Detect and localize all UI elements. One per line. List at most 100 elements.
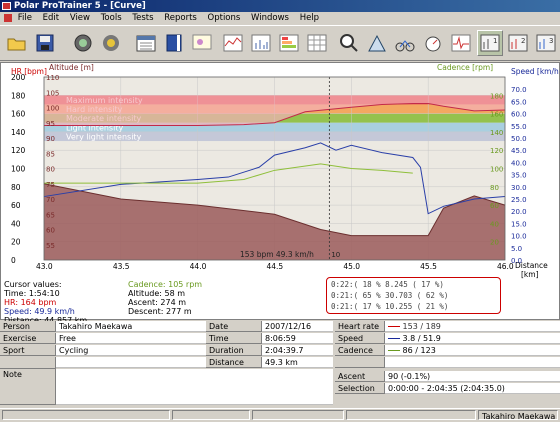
blank-label	[0, 357, 56, 369]
exercise-value[interactable]: Free	[56, 333, 206, 344]
document-icon[interactable]	[4, 13, 12, 22]
blank-value	[56, 357, 206, 368]
distance-value[interactable]: 49.3 km	[262, 357, 333, 368]
sync-icon[interactable]	[70, 30, 96, 56]
app-icon[interactable]	[2, 2, 11, 10]
speed-tick-label: 25.0	[511, 196, 527, 204]
cursor-hr: HR: 164 bpm	[4, 298, 57, 307]
cadence-label: Cadence	[335, 345, 385, 356]
cadence-value: 86 / 123	[385, 345, 560, 356]
speed-tick-label: 35.0	[511, 172, 527, 180]
speed-tick-label: 20.0	[511, 208, 527, 216]
hr-value-text: 153 / 189	[402, 322, 441, 331]
menu-help[interactable]: Help	[300, 12, 319, 24]
hr-tick-label: 20	[11, 238, 21, 247]
altitude-tick-label: 75	[46, 181, 55, 189]
toolbar: 1 2 3	[0, 25, 560, 61]
person-icon[interactable]	[189, 30, 215, 56]
graph-tools-icon[interactable]	[364, 30, 390, 56]
menu-tests[interactable]: Tests	[132, 12, 153, 24]
zoom-icon[interactable]	[336, 30, 362, 56]
time-value[interactable]: 8:06:59	[262, 333, 333, 344]
cadence-axis-title: Cadence [rpm]	[437, 63, 493, 72]
ecg-icon[interactable]	[448, 30, 474, 56]
duration-value[interactable]: 2:04:39.7	[262, 345, 333, 356]
menu-edit[interactable]: Edit	[43, 12, 59, 24]
bar-chart-icon[interactable]	[248, 30, 274, 56]
altitude-tick-label: 80	[46, 166, 55, 174]
speed-tick-label: 15.0	[511, 220, 527, 228]
altitude-tick-label: 60	[46, 227, 55, 235]
hr-label: Heart rate	[335, 321, 385, 332]
curve-icon[interactable]	[220, 30, 246, 56]
speed-tick-label: 65.0	[511, 98, 527, 106]
cyclist-icon[interactable]	[392, 30, 418, 56]
altitude-tick-label: 100	[46, 105, 59, 113]
view-3-icon[interactable]: 3	[533, 30, 559, 56]
status-pane-3	[252, 410, 344, 420]
menu-options[interactable]: Options	[208, 12, 241, 24]
speedometer-icon[interactable]	[420, 30, 446, 56]
cursor-descent: Descent: 277 m	[128, 307, 192, 316]
altitude-tick-label: 105	[46, 89, 59, 97]
sport-value[interactable]: Cycling	[56, 345, 206, 356]
save-icon[interactable]	[32, 30, 58, 56]
cadence-tick-label: 60	[490, 202, 499, 210]
cursor-value-label: 153 bpm 49.3 km/h	[240, 250, 314, 259]
duration-label: Duration	[206, 345, 262, 356]
cursor-altitude: Altitude: 58 m	[128, 289, 186, 298]
view-2-icon[interactable]: 2	[505, 30, 531, 56]
speed-tick-label: 70.0	[511, 86, 527, 94]
selection-value: 0:00:00 - 2:04:35 (2:04:35.0)	[385, 383, 560, 394]
settings-gear-icon[interactable]	[98, 30, 124, 56]
exercise-label: Exercise	[0, 333, 56, 344]
sport-label: Sport	[0, 345, 56, 356]
calendar-icon[interactable]	[133, 30, 159, 56]
cadence-value-text: 86 / 123	[402, 346, 436, 355]
date-value[interactable]: 2007/12/16	[262, 321, 333, 332]
cursor-cadence: Cadence: 105 rpm	[128, 280, 203, 289]
person-label: Person	[0, 321, 56, 332]
cadence-tick-label: 20	[490, 239, 499, 247]
cadence-tick-label: 160	[490, 111, 503, 119]
status-pane-1	[2, 410, 170, 420]
hr-tick-label: 100	[11, 165, 26, 174]
menu-bar: File Edit View Tools Tests Reports Optio…	[0, 12, 560, 24]
cadence-tick-label: 40	[490, 220, 499, 228]
zones-icon[interactable]	[276, 30, 302, 56]
selection-label: Selection	[335, 383, 385, 394]
speed-tick-label: 50.0	[511, 135, 527, 143]
menu-reports[interactable]: Reports	[164, 12, 197, 24]
view-1-icon[interactable]: 1	[477, 30, 503, 56]
ascent-label: Ascent	[335, 371, 385, 382]
altitude-tick-label: 85	[46, 150, 55, 158]
open-folder-icon[interactable]	[4, 30, 30, 56]
table-icon[interactable]	[304, 30, 330, 56]
altitude-tick-label: 70	[46, 196, 55, 204]
svg-text:3: 3	[549, 37, 553, 45]
window-title: Polar ProTrainer 5 - [Curve]	[14, 1, 146, 11]
altitude-tick-label: 90	[46, 135, 55, 143]
hr-tick-label: 160	[11, 110, 26, 119]
status-pane-2	[172, 410, 250, 420]
person-value[interactable]: Takahiro Maekawa	[56, 321, 206, 332]
hr-tick-label: 40	[11, 219, 21, 228]
note-value[interactable]	[56, 369, 333, 405]
speed-value-text: 3.8 / 51.9	[402, 334, 441, 343]
altitude-axis-title: Altitude [m]	[49, 63, 94, 72]
speed-tick-label: 30.0	[511, 184, 527, 192]
cursor-speed: Speed: 49.9 km/h	[4, 307, 75, 316]
zone-summary-row: 0:21:( 65 % 30.703 ( 62 %)	[331, 291, 449, 300]
zone-summary-box: 0:22:( 18 % 8.245 ( 17 %) 0:21:( 65 % 30…	[326, 277, 501, 314]
menu-view[interactable]: View	[70, 12, 90, 24]
menu-file[interactable]: File	[18, 12, 32, 24]
note-label: Note	[0, 369, 56, 405]
menu-tools[interactable]: Tools	[101, 12, 122, 24]
menu-windows[interactable]: Windows	[251, 12, 289, 24]
book-icon[interactable]	[161, 30, 187, 56]
exercise-info-grid: Person Takahiro Maekawa Exercise Free Sp…	[0, 321, 560, 409]
cadence-tick-label: 120	[490, 147, 503, 155]
cursor-info-panel: Cursor values: Time: 1:54:10 HR: 164 bpm…	[0, 260, 560, 325]
hr-value: 153 / 189	[385, 321, 560, 332]
zone-label: Very light intensity	[66, 132, 142, 141]
